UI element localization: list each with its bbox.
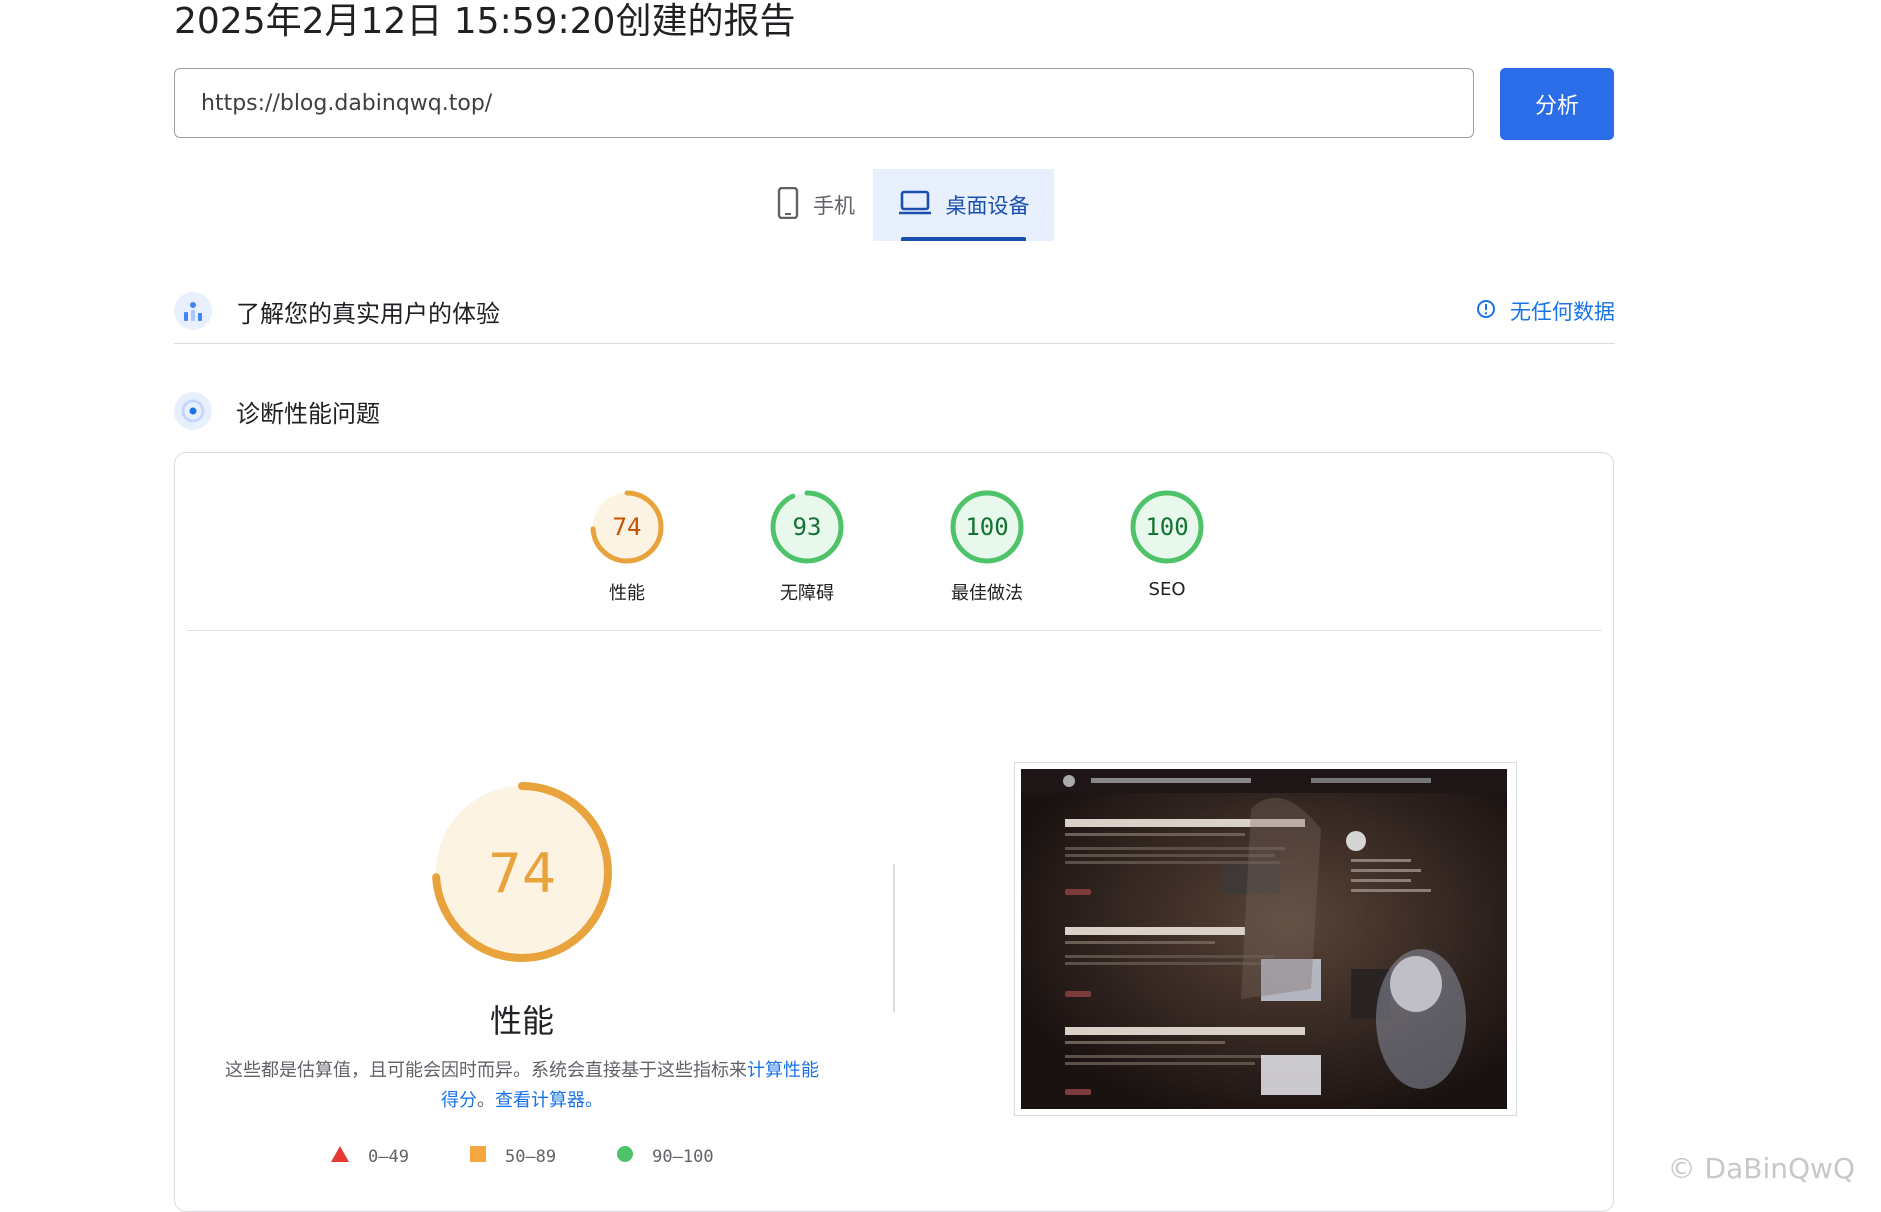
- diagnose-section-header: 诊断性能问题: [174, 392, 1615, 430]
- legend-pass-range: 90–100: [652, 1146, 714, 1167]
- square-icon: [469, 1145, 487, 1168]
- performance-label: 性能: [489, 1002, 554, 1040]
- score-label: 性能: [609, 583, 645, 604]
- score-value: 100: [965, 513, 1008, 541]
- legend-fail-range: 0–49: [368, 1146, 409, 1167]
- info-icon: [1476, 299, 1496, 324]
- url-input[interactable]: [199, 89, 1473, 117]
- score-gauge-seo[interactable]: 100 SEO: [1127, 487, 1207, 600]
- score-value: 100: [1145, 513, 1188, 541]
- gauge-ring: 100: [1130, 490, 1204, 564]
- score-label: 无障碍: [780, 583, 834, 604]
- score-value: 74: [613, 513, 642, 541]
- vertical-separator: [893, 864, 895, 1012]
- crux-section-header: 了解您的真实用户的体验 无任何数据: [174, 292, 1615, 330]
- watermark: © DaBinQwQ: [1667, 1152, 1855, 1185]
- score-value: 93: [793, 513, 822, 541]
- legend-fail: 0–49: [330, 1145, 409, 1168]
- report-title: 2025年2月12日 15:59:20创建的报告: [174, 1, 796, 42]
- score-legend: 0–49 50–89 90–100: [330, 1145, 774, 1168]
- tab-mobile[interactable]: 手机: [760, 169, 872, 241]
- score-gauge-performance[interactable]: 74 性能: [587, 487, 667, 604]
- analyze-button[interactable]: 分析: [1500, 68, 1614, 140]
- tab-mobile-label: 手机: [813, 194, 855, 218]
- screenshot-thumbnail: [1021, 769, 1507, 1109]
- score-gauge-accessibility[interactable]: 93 无障碍: [767, 487, 847, 604]
- circle-icon: [616, 1145, 634, 1168]
- score-gauge-best-practices[interactable]: 100 最佳做法: [947, 487, 1027, 604]
- laptop-icon: [898, 190, 932, 221]
- desc-text-mid: 。: [477, 1090, 495, 1111]
- no-data-link[interactable]: 无任何数据: [1476, 296, 1615, 326]
- page-screenshot: [1021, 769, 1507, 1109]
- legend-average: 50–89: [469, 1145, 556, 1168]
- legend-pass: 90–100: [616, 1145, 714, 1168]
- performance-score: 74: [488, 842, 557, 905]
- smartphone-icon: [777, 186, 799, 224]
- diagnose-section-label: 诊断性能问题: [236, 399, 380, 428]
- legend-average-range: 50–89: [504, 1146, 557, 1167]
- performance-description: 这些都是估算值，且可能会因时而异。系统会直接基于这些指标来计算性能得分。查看计算…: [220, 1056, 824, 1116]
- gauge-ring: 100: [950, 490, 1024, 564]
- gauge-ring: 93: [770, 490, 844, 564]
- no-data-label: 无任何数据: [1510, 300, 1615, 324]
- card-divider: [187, 630, 1602, 631]
- tab-selected-indicator: [901, 237, 1026, 241]
- performance-gauge-large: 74: [432, 782, 612, 962]
- score-label: SEO: [1148, 579, 1186, 600]
- section-divider: [174, 343, 1615, 344]
- tab-desktop[interactable]: 桌面设备: [873, 169, 1054, 241]
- page-screenshot-frame[interactable]: [1014, 762, 1517, 1116]
- crux-section-label: 了解您的真实用户的体验: [236, 299, 500, 328]
- score-label: 最佳做法: [951, 583, 1023, 604]
- triangle-icon: [330, 1145, 350, 1168]
- gauge-ring: 74: [590, 490, 664, 564]
- desc-text: 这些都是估算值，且可能会因时而异。系统会直接基于这些指标来: [225, 1060, 747, 1081]
- diagnose-icon: [174, 392, 212, 430]
- view-calculator-link[interactable]: 查看计算器。: [495, 1090, 603, 1111]
- tab-desktop-label: 桌面设备: [945, 194, 1030, 218]
- users-chart-icon: [174, 292, 212, 330]
- url-input-box[interactable]: [174, 68, 1474, 138]
